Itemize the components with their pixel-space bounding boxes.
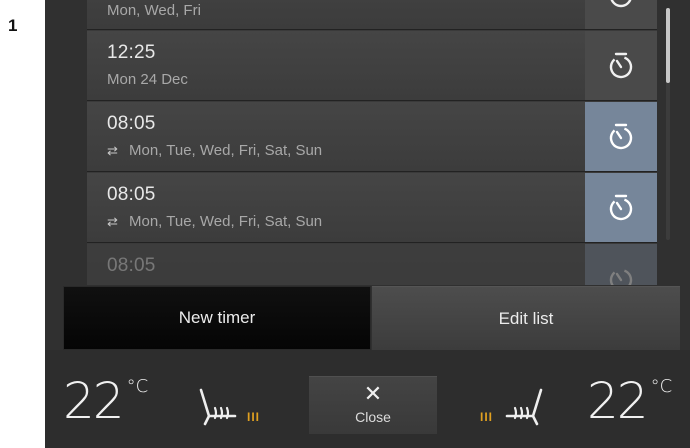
timer-toggle-button[interactable] <box>585 31 657 100</box>
timer-row[interactable]: 08:05 <box>87 244 657 285</box>
stopwatch-icon <box>609 123 633 149</box>
timer-days: Mon, Wed, Fri <box>107 2 201 19</box>
close-icon: ✕ <box>363 381 383 406</box>
timer-days: Mon 24 Dec <box>107 71 188 88</box>
left-seat-heat-level: III <box>247 410 261 424</box>
right-seat-heat-level: III <box>480 410 494 424</box>
close-label: Close <box>355 409 391 425</box>
left-seat-heating-button[interactable] <box>195 386 243 428</box>
callout-number: 1 <box>8 16 18 35</box>
timer-row[interactable]: 08:05 ⇄ Mon, Tue, Wed, Fri, Sat, Sun <box>87 102 657 172</box>
seat-heating-icon <box>199 388 237 426</box>
timer-days: ⇄ Mon, Tue, Wed, Fri, Sat, Sun <box>107 142 323 159</box>
timer-days: ⇄ Mon, Tue, Wed, Fri, Sat, Sun <box>107 213 323 230</box>
timer-time: 12:25 <box>107 42 156 63</box>
stopwatch-icon <box>610 0 632 7</box>
temperature-unit: °C <box>650 376 673 397</box>
timer-toggle-button[interactable] <box>585 173 657 242</box>
new-timer-button[interactable]: New timer <box>63 286 371 350</box>
timer-list: Mon, Wed, Fri 12:25 Mon 24 Dec 08:05 ⇄ M… <box>87 0 657 285</box>
timer-toggle-button[interactable] <box>585 244 657 285</box>
timer-time: 08:05 <box>107 184 156 205</box>
left-temperature-value: 22 <box>63 372 125 430</box>
timer-row[interactable]: Mon, Wed, Fri <box>87 0 657 30</box>
scrollbar[interactable] <box>666 8 670 240</box>
close-button[interactable]: ✕ Close <box>309 376 437 434</box>
seat-heating-icon <box>505 388 543 426</box>
left-temperature[interactable]: 22 °C <box>63 372 148 430</box>
timer-toggle-button[interactable] <box>585 102 657 171</box>
stopwatch-icon <box>609 194 633 220</box>
climate-bar: 22 °C III ✕ Close III 22 °C <box>45 350 690 448</box>
timer-actions: New timer Edit list <box>63 286 680 350</box>
timer-row[interactable]: 08:05 ⇄ Mon, Tue, Wed, Fri, Sat, Sun <box>87 173 657 243</box>
right-temperature[interactable]: 22 °C <box>587 372 672 430</box>
timer-toggle-button[interactable] <box>585 0 657 29</box>
right-seat-heating-button[interactable] <box>499 386 547 428</box>
timer-time: 08:05 <box>107 255 156 276</box>
repeat-icon: ⇄ <box>107 143 118 158</box>
timer-time: 08:05 <box>107 113 156 134</box>
repeat-icon: ⇄ <box>107 214 118 229</box>
temperature-unit: °C <box>126 376 149 397</box>
right-temperature-value: 22 <box>587 372 649 430</box>
stopwatch-icon <box>609 52 633 78</box>
scrollbar-thumb[interactable] <box>666 8 670 83</box>
infotainment-screen: Mon, Wed, Fri 12:25 Mon 24 Dec 08:05 ⇄ M… <box>45 0 690 448</box>
timer-row[interactable]: 12:25 Mon 24 Dec <box>87 31 657 101</box>
stopwatch-icon <box>609 268 633 285</box>
edit-list-button[interactable]: Edit list <box>372 286 680 350</box>
page: 1 Mon, Wed, Fri 12:25 Mon 24 Dec 08:05 ⇄… <box>0 0 690 448</box>
